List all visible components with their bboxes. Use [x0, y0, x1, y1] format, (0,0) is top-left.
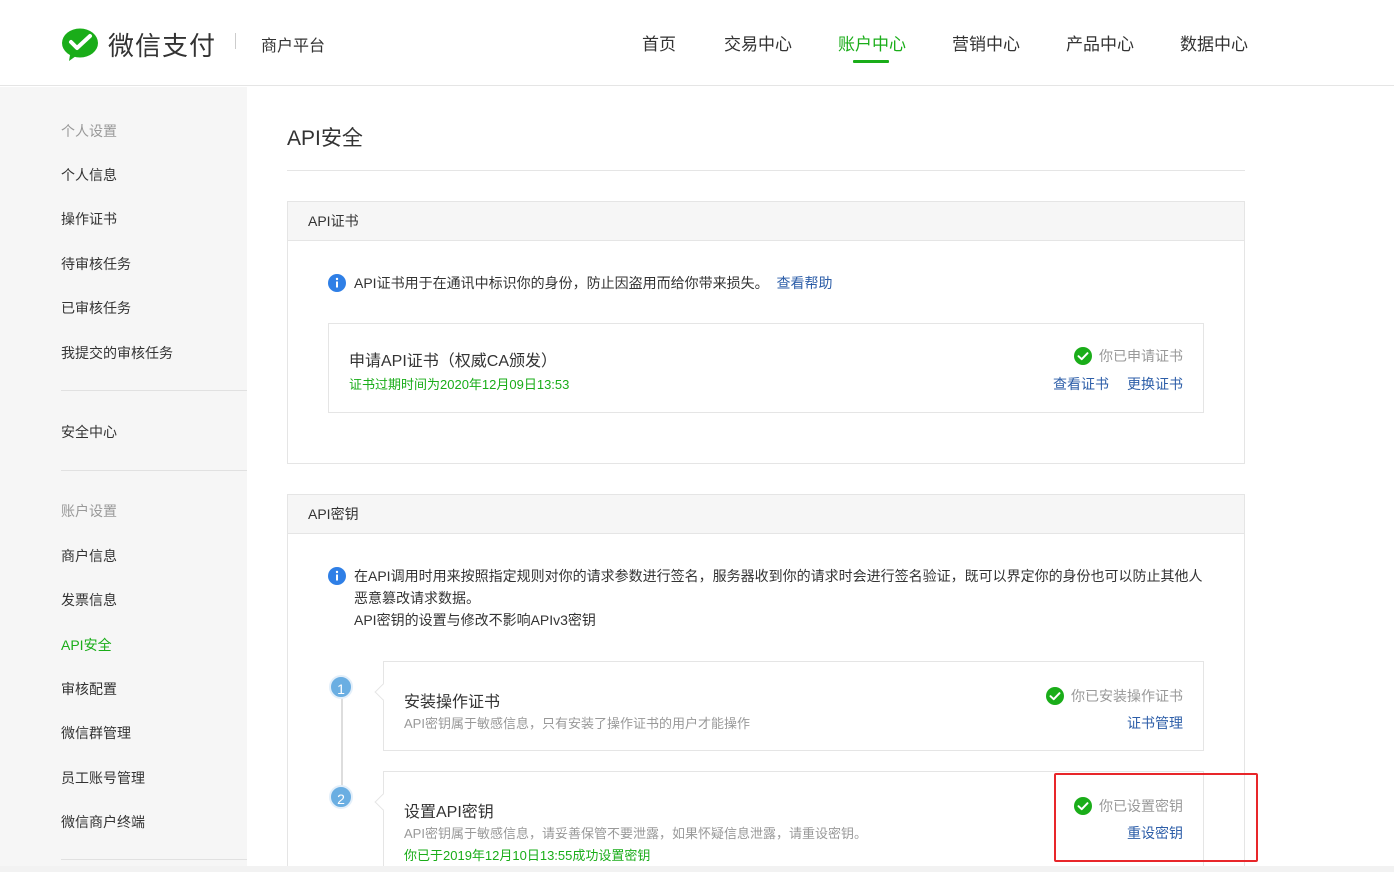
- sidebar: 个人设置 个人信息 操作证书 待审核任务 已审核任务 我提交的审核任务 安全中心…: [0, 87, 247, 872]
- key-notice: 在API调用时用来按照指定规则对你的请求参数进行签名，服务器收到你的请求时会进行…: [328, 565, 1208, 631]
- cert-manage-link[interactable]: 证书管理: [1127, 715, 1183, 731]
- sidebar-item-pending-review[interactable]: 待审核任务: [61, 254, 131, 274]
- info-icon: [328, 567, 346, 585]
- nav-trade-center[interactable]: 交易中心: [724, 30, 792, 55]
- sidebar-item-staff-accounts[interactable]: 员工账号管理: [61, 768, 145, 788]
- api-cert-panel: API证书 API证书用于在通讯中标识你的身份，防止因盗用而给你带来损失。 查看…: [287, 201, 1245, 464]
- panel-header: API证书: [288, 202, 1244, 241]
- cert-status: 你已申请证书: [1074, 346, 1183, 366]
- bottom-edge: [0, 866, 1394, 872]
- help-link[interactable]: 查看帮助: [776, 275, 832, 291]
- sidebar-item-merchant-terminal[interactable]: 微信商户终端: [61, 812, 145, 832]
- step-title: 设置API密钥: [404, 804, 494, 821]
- sidebar-divider: [61, 470, 247, 471]
- change-cert-link[interactable]: 更换证书: [1127, 376, 1183, 392]
- step-status: 你已安装操作证书: [1046, 686, 1183, 706]
- step-number-1: 1: [329, 675, 353, 699]
- panel-header: API密钥: [288, 495, 1244, 534]
- sidebar-item-review-config[interactable]: 审核配置: [61, 679, 117, 699]
- step-connector: [341, 698, 343, 798]
- highlight-box: [1054, 773, 1258, 862]
- nav-home[interactable]: 首页: [642, 30, 676, 55]
- cert-card-title: 申请API证书（权威CA颁发）: [349, 353, 558, 370]
- nav-data-center[interactable]: 数据中心: [1180, 30, 1248, 55]
- step-description: API密钥属于敏感信息，请妥善保管不要泄露，如果怀疑信息泄露，请重设密钥。: [404, 826, 867, 841]
- key-set-time: 你已于2019年12月10日13:55成功设置密钥: [404, 848, 651, 863]
- sidebar-item-api-security[interactable]: API安全: [61, 635, 112, 655]
- key-notice-line3: API密钥的设置与修改不影响APIv3密钥: [354, 612, 596, 628]
- key-notice-line1: 在API调用时用来按照指定规则对你的请求参数进行签名，服务器收到你的请求时会进行…: [354, 568, 1203, 584]
- sidebar-item-reviewed[interactable]: 已审核任务: [61, 298, 131, 318]
- sidebar-item-security-center[interactable]: 安全中心: [61, 422, 117, 442]
- main-nav: 首页 交易中心 账户中心 营销中心 产品中心 数据中心: [0, 30, 1394, 86]
- sidebar-item-invoice-info[interactable]: 发票信息: [61, 590, 117, 610]
- step-card-install-cert: 安装操作证书 API密钥属于敏感信息，只有安装了操作证书的用户才能操作 你已安装…: [374, 661, 1204, 751]
- cert-notice: API证书用于在通讯中标识你的身份，防止因盗用而给你带来损失。 查看帮助: [328, 272, 832, 294]
- nav-product-center[interactable]: 产品中心: [1066, 30, 1134, 55]
- info-icon: [328, 274, 346, 292]
- page-title: API安全: [287, 127, 363, 150]
- sidebar-divider: [61, 390, 247, 391]
- view-cert-link[interactable]: 查看证书: [1053, 376, 1109, 392]
- step-title: 安装操作证书: [404, 694, 501, 711]
- sidebar-item-merchant-info[interactable]: 商户信息: [61, 546, 117, 566]
- sidebar-item-wechat-group[interactable]: 微信群管理: [61, 723, 131, 743]
- nav-active-underline: [853, 60, 889, 63]
- check-circle-icon: [1074, 347, 1092, 365]
- check-circle-icon: [1046, 687, 1064, 705]
- cert-expiry-text: 证书过期时间为2020年12月09日13:53: [349, 377, 570, 392]
- sidebar-item-my-submitted[interactable]: 我提交的审核任务: [61, 343, 173, 363]
- sidebar-item-personal-info[interactable]: 个人信息: [61, 165, 117, 185]
- sidebar-group-account: 账户设置: [61, 503, 117, 519]
- step-number-2: 2: [329, 785, 353, 809]
- nav-account-center[interactable]: 账户中心: [838, 30, 906, 55]
- cert-links: 查看证书 更换证书: [1053, 374, 1183, 394]
- key-notice-line2: 恶意篡改请求数据。: [354, 590, 480, 606]
- top-header: 微信支付 商户平台 首页 交易中心 账户中心 营销中心 产品中心 数据中心: [0, 0, 1394, 86]
- step-links: 证书管理: [1127, 713, 1183, 733]
- step-status-text: 你已安装操作证书: [1071, 688, 1183, 704]
- step-description: API密钥属于敏感信息，只有安装了操作证书的用户才能操作: [404, 716, 750, 731]
- sidebar-divider: [61, 859, 247, 860]
- sidebar-item-operation-cert[interactable]: 操作证书: [61, 209, 117, 229]
- cert-status-text: 你已申请证书: [1099, 348, 1183, 364]
- title-divider: [287, 170, 1245, 171]
- sidebar-group-personal: 个人设置: [61, 123, 117, 139]
- nav-marketing-center[interactable]: 营销中心: [952, 30, 1020, 55]
- cert-notice-text: API证书用于在通讯中标识你的身份，防止因盗用而给你带来损失。: [354, 275, 769, 291]
- cert-card: 申请API证书（权威CA颁发） 证书过期时间为2020年12月09日13:53 …: [328, 323, 1204, 413]
